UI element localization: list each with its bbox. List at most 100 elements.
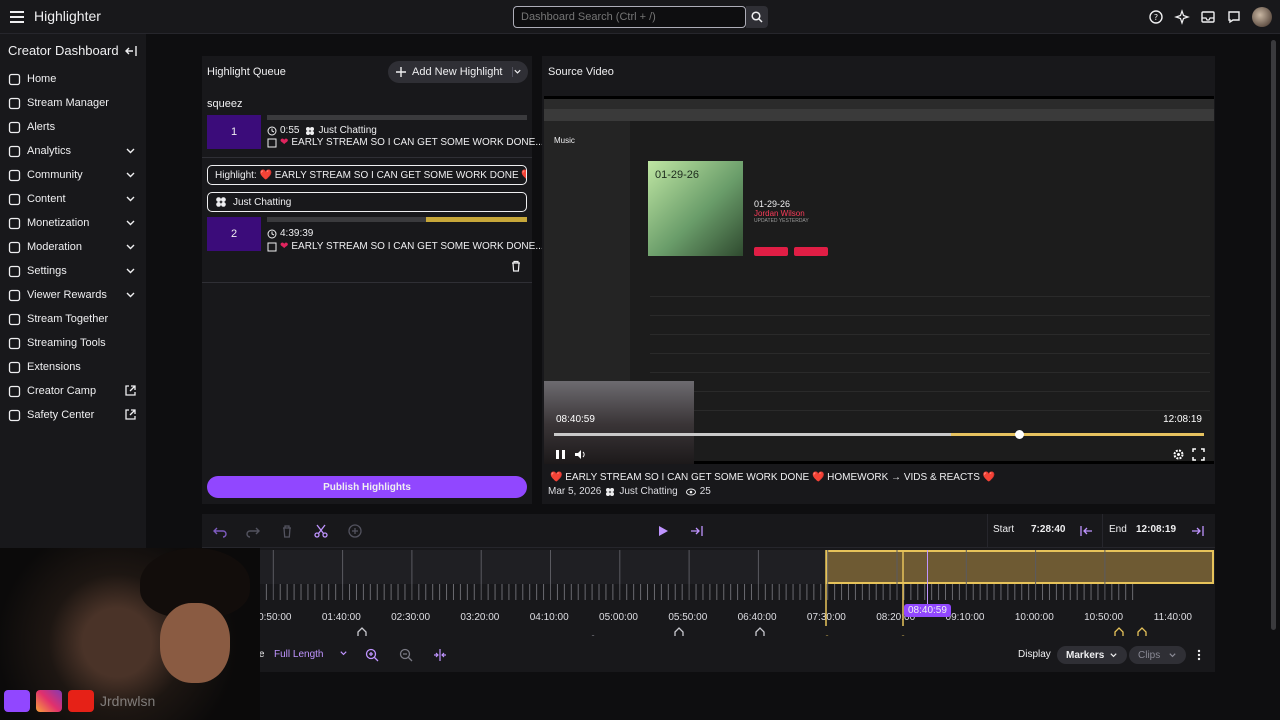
search-input[interactable] [513,6,746,28]
timeline-toolbar: Start 7:28:40 End 12:08:19 [202,514,1215,548]
sidebar-item-analytics[interactable]: Analytics [0,139,146,163]
sidebar-item-extensions[interactable]: Extensions [0,355,146,379]
sidebar-item-creator-camp[interactable]: Creator Camp [0,379,146,403]
sidebar-item-monetization[interactable]: Monetization [0,211,146,235]
timeline-ruler: 00:50:00 01:40:00 02:30:00 03:20:00 04:10:00… [203,550,1193,636]
views-icon [685,488,696,495]
timeline-tick-label: 11:40:00 [1154,612,1193,623]
undo-icon[interactable] [213,524,227,538]
start-value[interactable]: 7:28:40 [1031,524,1065,535]
delete-icon[interactable] [510,260,522,272]
markers-label: Markers [1066,649,1105,661]
sidebar-item-stream-manager[interactable]: Stream Manager [0,91,146,115]
queue-item-bar [267,115,527,120]
fit-icon[interactable] [433,648,447,662]
sparkle-icon[interactable] [1174,9,1190,25]
external-link-icon[interactable] [125,385,136,396]
divider [202,157,532,158]
more-options-icon[interactable] [1192,648,1206,662]
sidebar-item-streaming-tools[interactable]: Streaming Tools [0,331,146,355]
play-icon[interactable] [656,524,670,538]
volume-icon[interactable] [574,448,587,461]
zoom-in-icon[interactable] [365,648,379,662]
chevron-down-icon [1169,652,1176,657]
add-marker-icon[interactable] [348,524,362,538]
inbox-icon[interactable] [1200,9,1216,25]
chevron-down-icon[interactable] [125,217,136,228]
queue-item-category: Just Chatting [318,125,377,136]
twitch-icon [4,690,30,712]
sidebar-item-label: Safety Center [27,409,95,421]
app-title: Highlighter [34,8,101,24]
sidebar-title: Creator Dashboard [8,43,119,58]
sidebar-item-label: Monetization [27,217,90,229]
analytics-icon [8,145,21,157]
timeline-marker [1114,627,1124,636]
menu-icon[interactable] [8,8,26,26]
search-button[interactable] [746,6,768,28]
video-player[interactable]: Music 01-29-26 01-29-26 Jordan Wilson UP… [544,96,1214,464]
avatar[interactable] [1252,7,1272,27]
help-icon[interactable]: ? [1148,9,1164,25]
delete-icon[interactable] [280,524,294,538]
stream-together-icon [8,313,21,325]
extensions-icon [8,361,21,373]
collapse-sidebar-icon[interactable] [124,44,138,58]
set-start-icon[interactable] [1079,524,1093,538]
queue-item[interactable]: 1 0:55 Just Chatting ❤ EARLY STREAM SO I… [207,115,544,149]
end-value[interactable]: 12:08:19 [1136,524,1176,535]
timeline-marker [674,627,684,636]
highlight-category-field[interactable]: Just Chatting [207,192,527,212]
whispers-icon[interactable] [1226,9,1242,25]
set-end-icon[interactable] [1191,524,1205,538]
add-new-highlight-button[interactable]: Add New Highlight [388,61,528,83]
sidebar-item-community[interactable]: Community [0,163,146,187]
page-scrollbar[interactable] [1271,40,1276,630]
pause-icon[interactable] [554,448,567,461]
zoom-out-icon[interactable] [399,648,413,662]
video-total-time: 12:08:19 [1163,414,1202,425]
sidebar-item-label: Content [27,193,66,205]
video-seek-selection [950,433,1204,436]
fullscreen-icon[interactable] [1192,448,1205,461]
clips-dropdown[interactable]: Clips [1129,646,1187,664]
external-link-icon[interactable] [125,409,136,420]
markers-dropdown[interactable]: Markers [1057,646,1128,664]
video-category: Just Chatting [619,486,678,497]
publish-highlights-button[interactable]: Publish Highlights [207,476,527,498]
sidebar-item-home[interactable]: Home [0,67,146,91]
sidebar-item-alerts[interactable]: Alerts [0,115,146,139]
jump-to-end-icon[interactable] [690,524,704,538]
sidebar-item-moderation[interactable]: Moderation [0,235,146,259]
timeline-tick-label: 03:20:00 [460,612,499,623]
range-select[interactable]: Full Length [274,649,348,660]
chevron-down-icon[interactable] [125,169,136,180]
video-title: ❤️ EARLY STREAM SO I CAN GET SOME WORK D… [550,472,996,483]
video-frame-app-name: Music [554,136,575,145]
heart-icon: ❤ [280,137,289,148]
community-icon [8,169,21,181]
video-settings-icon[interactable] [1172,448,1185,461]
queue-item[interactable]: 2 4:39:39 ❤ EARLY STREAM SO I CAN GET SO… [207,217,544,252]
settings-icon [8,265,21,277]
sidebar-item-settings[interactable]: Settings [0,259,146,283]
timeline-tick-label: 04:10:00 [530,612,569,623]
chevron-down-icon[interactable] [125,193,136,204]
sidebar-item-stream-together[interactable]: Stream Together [0,307,146,331]
chevron-down-icon[interactable] [125,145,136,156]
sidebar-item-label: Settings [27,265,67,277]
chevron-down-icon[interactable] [125,241,136,252]
video-seek-bar[interactable] [554,430,1204,439]
sidebar-item-content[interactable]: Content [0,187,146,211]
scissors-icon[interactable] [314,524,328,538]
queue-item-title: EARLY STREAM SO I CAN GET SOME WORK DONE… [291,241,544,252]
redo-icon[interactable] [246,524,260,538]
sidebar-item-viewer-rewards[interactable]: Viewer Rewards [0,283,146,307]
highlight-title-field[interactable]: Highlight: ❤️ EARLY STREAM SO I CAN GET … [207,165,527,185]
video-seek-handle[interactable] [1014,430,1024,439]
chevron-down-icon[interactable] [125,265,136,276]
timeline-tick-label: 05:00:00 [599,612,638,623]
chevron-down-icon[interactable] [125,289,136,300]
timeline-playhead[interactable] [927,550,928,612]
sidebar-item-safety-center[interactable]: Safety Center [0,403,146,427]
